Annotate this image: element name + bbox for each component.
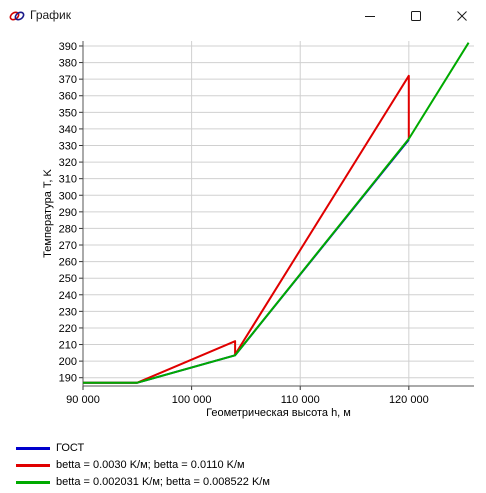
series-line-3 bbox=[82, 42, 470, 384]
legend-label: betta = 0.002031 K/м; betta = 0.008522 K… bbox=[56, 476, 270, 488]
x-tick-label: 110 000 bbox=[281, 394, 320, 406]
y-tick-label: 330 bbox=[59, 140, 77, 152]
y-tick-label: 320 bbox=[59, 157, 77, 169]
y-tick-label: 240 bbox=[59, 290, 77, 302]
legend-swatch bbox=[16, 447, 50, 450]
legend-swatch bbox=[16, 464, 50, 467]
y-tick-label: 370 bbox=[59, 74, 77, 86]
y-tick-label: 310 bbox=[59, 174, 77, 186]
temperature-chart: 190 200 210 220 230 240 250 260 270 280 290 300 310 3… bbox=[42, 41, 474, 419]
x-axis-title: Геометрическая высота h, м bbox=[206, 407, 351, 419]
chart-app-icon bbox=[9, 11, 25, 21]
y-tick-label: 350 bbox=[59, 107, 77, 119]
y-tick-label: 190 bbox=[59, 373, 77, 385]
legend-label: betta = 0.0030 K/м; betta = 0.0110 K/м bbox=[56, 459, 245, 471]
y-tick-label: 280 bbox=[59, 223, 77, 235]
close-icon bbox=[457, 11, 467, 21]
x-tick-label: 100 000 bbox=[172, 394, 212, 406]
y-tick-label: 230 bbox=[59, 306, 77, 318]
minimize-icon bbox=[365, 16, 375, 17]
window-title: График bbox=[30, 8, 71, 22]
y-tick-label: 340 bbox=[59, 124, 77, 136]
close-button[interactable] bbox=[439, 0, 485, 32]
x-tick-label: 90 000 bbox=[66, 394, 100, 406]
y-tick-label: 210 bbox=[59, 340, 77, 352]
title-bar[interactable]: График bbox=[0, 0, 486, 32]
y-tick-label: 250 bbox=[59, 273, 77, 285]
y-tick-label: 390 bbox=[59, 41, 77, 53]
y-tick-label: 360 bbox=[59, 91, 77, 103]
x-tick-label: 120 000 bbox=[389, 394, 429, 406]
y-tick-label: 200 bbox=[59, 356, 77, 368]
y-tick-label: 380 bbox=[59, 58, 77, 70]
chart-window: График 190 200 210 220 230 240 250 260 270 280 290… bbox=[0, 0, 486, 493]
maximize-button[interactable] bbox=[393, 0, 439, 32]
maximize-icon bbox=[411, 11, 421, 21]
y-axis-title: Температура T, K bbox=[42, 169, 54, 258]
series-line-2 bbox=[82, 74, 410, 384]
minimize-button[interactable] bbox=[347, 0, 393, 32]
y-tick-label: 300 bbox=[59, 190, 77, 202]
y-tick-label: 290 bbox=[59, 207, 77, 219]
y-tick-label: 270 bbox=[59, 240, 77, 252]
y-tick-label: 220 bbox=[59, 323, 77, 335]
legend-swatch bbox=[16, 481, 50, 484]
legend-label: ГОСТ bbox=[56, 442, 85, 454]
y-tick-label: 260 bbox=[59, 257, 77, 269]
